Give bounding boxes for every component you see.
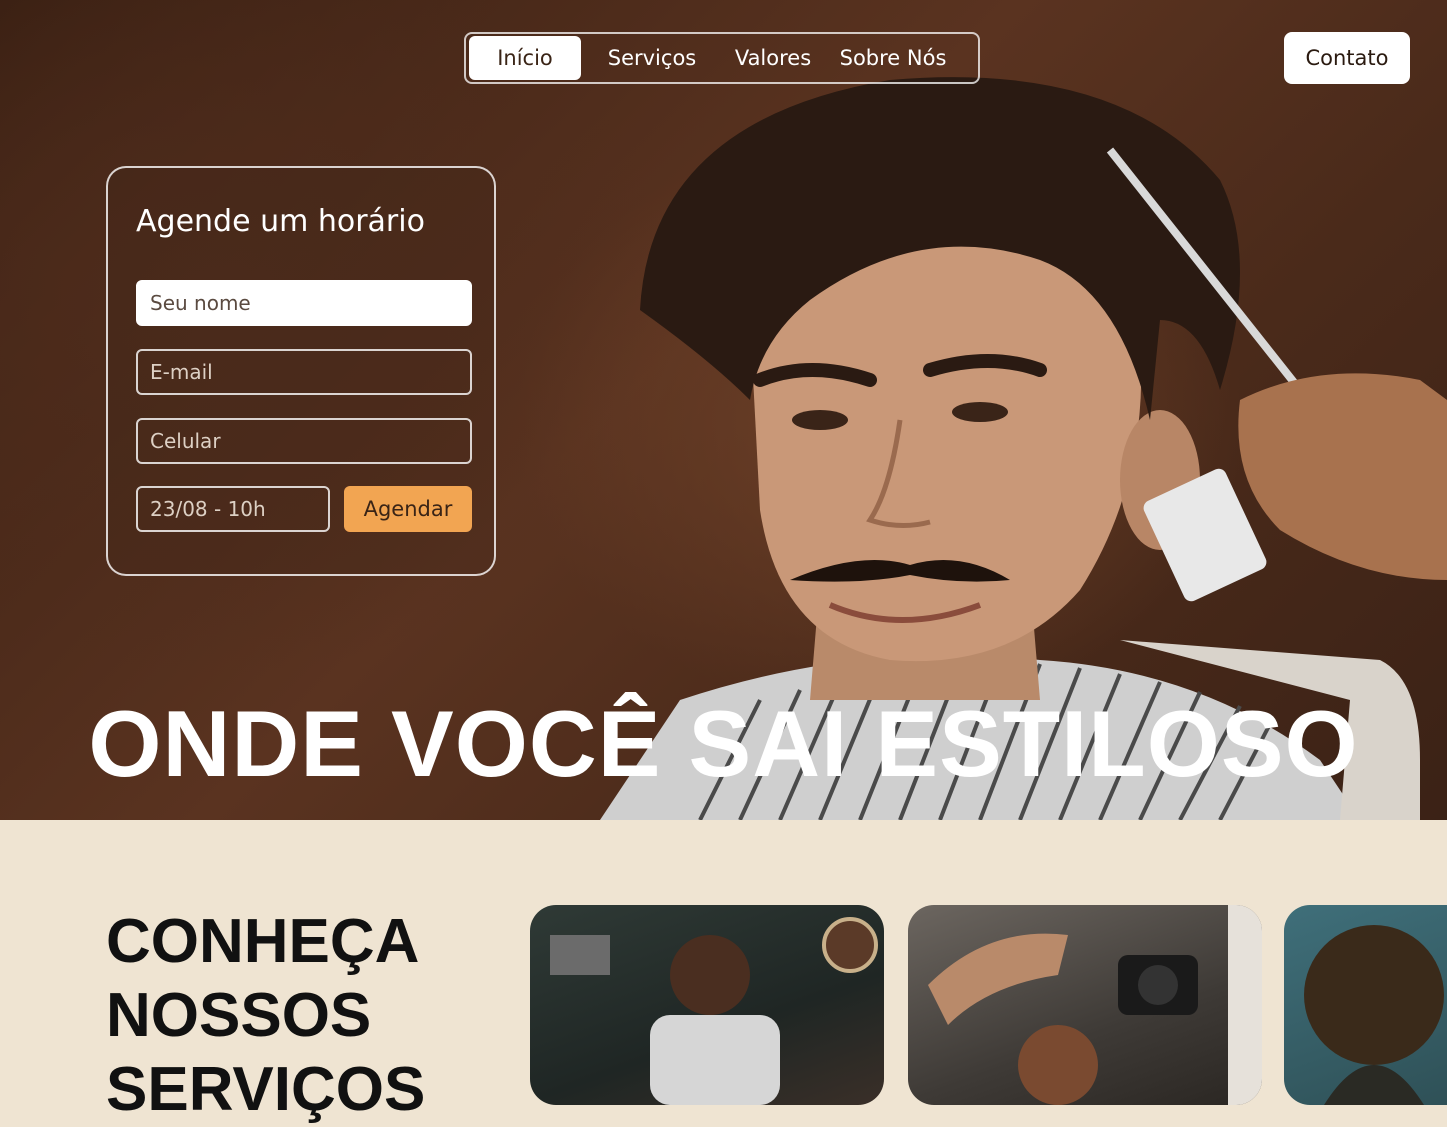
name-input[interactable]: Seu nome xyxy=(136,280,472,326)
service-card-photo[interactable] xyxy=(908,905,1262,1105)
booking-title: Agende um horário xyxy=(136,204,425,239)
service-image-barber xyxy=(550,917,878,1105)
phone-input[interactable]: Celular xyxy=(136,418,472,464)
service-image-photo xyxy=(928,905,1262,1105)
services-title: CONHEÇA NOSSOS SERVIÇOS xyxy=(106,907,426,1124)
nav-item-servicos[interactable]: Serviços xyxy=(581,36,723,80)
date-input[interactable]: 23/08 - 10h xyxy=(136,486,330,532)
service-card-style[interactable] xyxy=(1284,905,1447,1105)
email-input[interactable]: E-mail xyxy=(136,349,472,395)
service-card-barber[interactable] xyxy=(530,905,884,1105)
hero-section: Início Serviços Valores Sobre Nós Contat… xyxy=(0,0,1447,820)
main-nav: Início Serviços Valores Sobre Nós xyxy=(464,32,980,84)
nav-item-valores[interactable]: Valores xyxy=(723,36,823,80)
booking-card: Agende um horário Seu nome E-mail Celula… xyxy=(106,166,496,576)
hero-headline: ONDE VOCÊ SAI ESTILOSO xyxy=(88,691,1359,796)
schedule-button[interactable]: Agendar xyxy=(344,486,472,532)
service-image-style xyxy=(1304,925,1444,1105)
nav-item-inicio[interactable]: Início xyxy=(469,36,581,80)
contact-button[interactable]: Contato xyxy=(1284,32,1410,84)
nav-item-sobre-nos[interactable]: Sobre Nós xyxy=(823,36,963,80)
